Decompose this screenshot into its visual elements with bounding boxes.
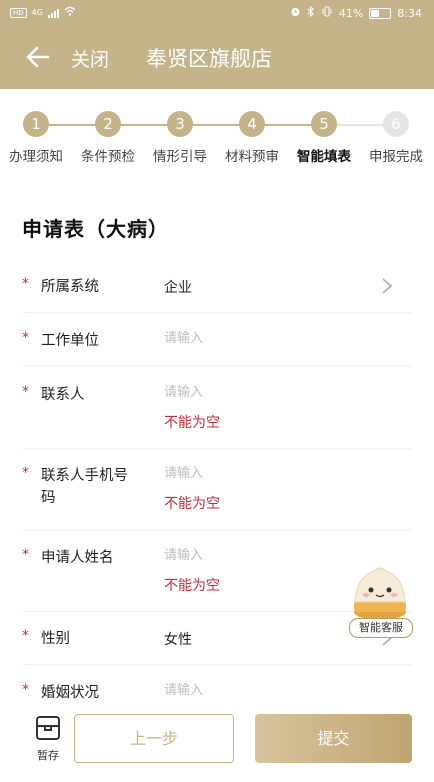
status-bar: HD 4G 41% 8:34 — [0, 0, 434, 26]
step-6: 6 申报完成 — [360, 111, 432, 165]
step-number: 3 — [167, 111, 193, 137]
required-mark: * — [22, 547, 29, 563]
field-label: 联系人手机号码 — [41, 468, 128, 506]
step-3: 3 情形引导 — [144, 111, 216, 165]
clock-time: 8:34 — [397, 6, 422, 20]
field-label: 婚姻状况 — [41, 685, 99, 701]
required-mark: * — [22, 276, 29, 292]
step-1: 1 办理须知 — [0, 111, 72, 165]
smart-assistant-button[interactable]: 智能客服 — [345, 560, 415, 640]
app-header: 关闭 奉贤区旗舰店 — [0, 26, 434, 89]
required-mark: * — [22, 682, 29, 698]
gender-select-value[interactable]: 女性 — [164, 629, 192, 649]
close-link[interactable]: 关闭 — [71, 45, 109, 72]
field-label: 性别 — [41, 631, 70, 647]
employer-input[interactable] — [164, 331, 364, 346]
error-message: 不能为空 — [164, 496, 220, 512]
contact-name-input[interactable] — [164, 385, 364, 400]
save-draft-button[interactable]: 暂存 — [30, 714, 66, 764]
step-number: 2 — [95, 111, 121, 137]
required-mark: * — [22, 628, 29, 644]
step-label: 条件预检 — [81, 149, 135, 165]
step-5: 5 智能填表 — [288, 111, 360, 165]
field-row-contact-phone: * 联系人手机号码 不能为空 — [22, 465, 412, 530]
chevron-right-icon[interactable] — [380, 276, 394, 296]
required-mark: * — [22, 465, 29, 481]
field-row-contact: * 联系人 不能为空 — [22, 384, 412, 449]
signal-icon — [47, 8, 59, 18]
field-label: 工作单位 — [41, 333, 99, 349]
form-title: 申请表（大病） — [22, 217, 169, 241]
battery-percent: 41% — [338, 6, 364, 20]
marital-status-input[interactable] — [164, 683, 364, 698]
required-mark: * — [22, 384, 29, 400]
page-title: 奉贤区旗舰店 — [146, 47, 272, 71]
battery-icon — [369, 7, 392, 19]
field-row-employer: * 工作单位 — [22, 330, 412, 367]
prev-step-button[interactable]: 上一步 — [74, 714, 234, 763]
step-4: 4 材料预审 — [216, 111, 288, 165]
step-label: 申报完成 — [369, 149, 423, 165]
assistant-label: 智能客服 — [349, 618, 413, 638]
step-number: 5 — [311, 111, 337, 137]
step-label: 办理须知 — [9, 149, 63, 165]
save-draft-label: 暂存 — [37, 749, 59, 762]
bottom-action-bar: 暂存 上一步 提交 — [0, 702, 434, 782]
network-label: 4G — [31, 8, 43, 17]
error-message: 不能为空 — [164, 578, 220, 594]
progress-steps: 1 办理须知 2 条件预检 3 情形引导 4 材料预审 5 智能填表 6 申报完… — [0, 89, 434, 189]
step-label: 智能填表 — [297, 149, 351, 165]
submit-button[interactable]: 提交 — [255, 714, 412, 763]
step-number: 6 — [383, 111, 409, 137]
field-label: 联系人 — [41, 387, 85, 403]
field-row-system[interactable]: * 所属系统 企业 — [22, 276, 412, 313]
step-label: 情形引导 — [153, 149, 207, 165]
error-message: 不能为空 — [164, 415, 220, 431]
hd-badge: HD — [10, 7, 27, 18]
system-select-value[interactable]: 企业 — [164, 277, 192, 297]
applicant-name-input[interactable] — [164, 548, 364, 563]
wifi-icon — [64, 6, 76, 19]
vibrate-icon — [321, 6, 333, 20]
alarm-icon — [290, 6, 301, 20]
inbox-tray-icon — [34, 716, 62, 746]
field-label: 申请人姓名 — [41, 550, 114, 566]
bluetooth-icon — [307, 5, 315, 20]
step-2: 2 条件预检 — [72, 111, 144, 165]
step-number: 1 — [23, 111, 49, 137]
step-number: 4 — [239, 111, 265, 137]
field-label: 所属系统 — [41, 279, 99, 295]
arrow-left-icon[interactable] — [25, 43, 51, 71]
contact-phone-input[interactable] — [164, 466, 364, 481]
required-mark: * — [22, 330, 29, 346]
step-label: 材料预审 — [225, 149, 279, 165]
